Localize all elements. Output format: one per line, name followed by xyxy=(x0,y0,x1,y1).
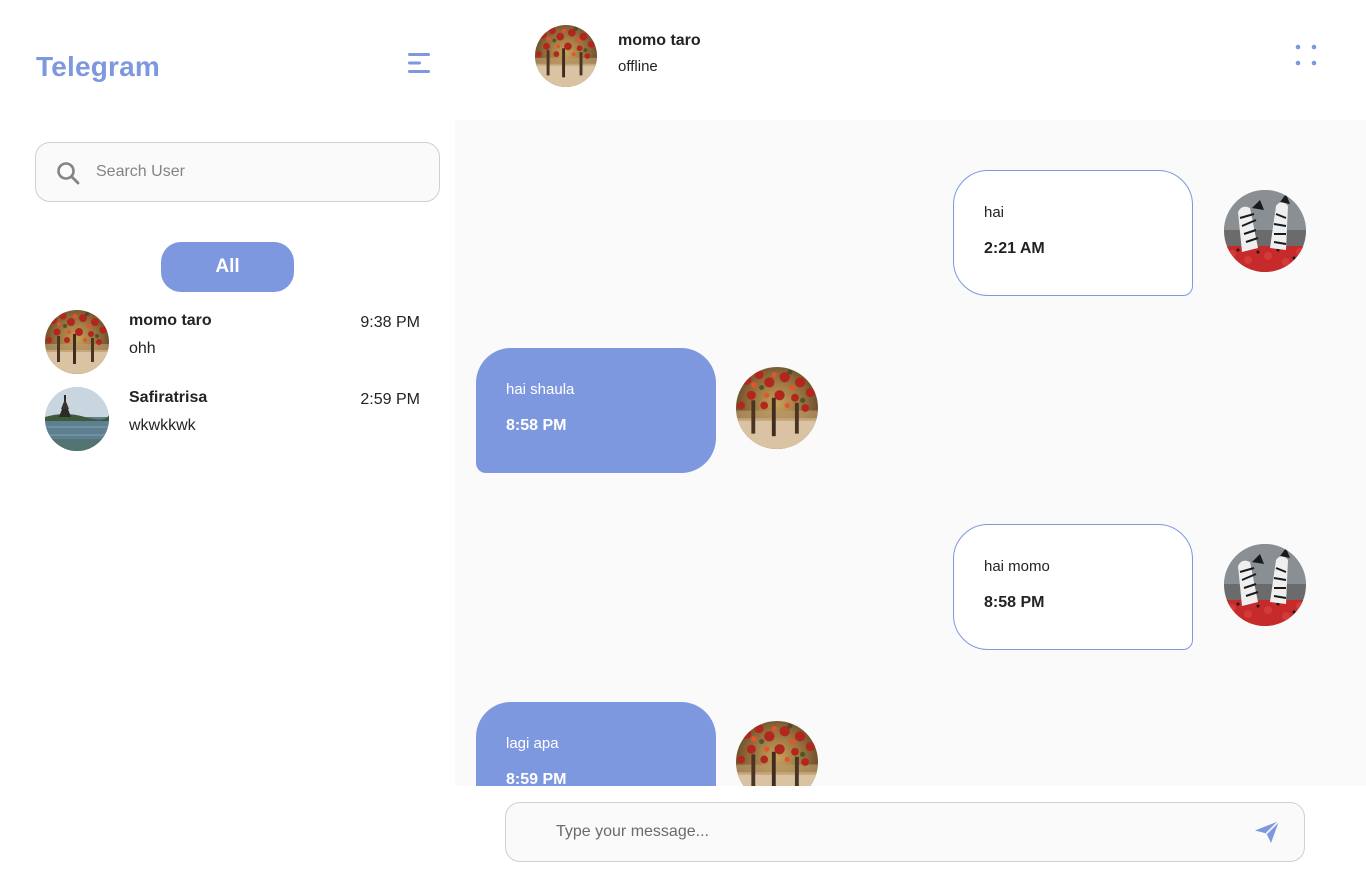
chat-partner-name[interactable]: momo taro xyxy=(618,32,701,50)
message-bubble-outgoing: hai 2:21 AM xyxy=(953,170,1193,296)
message-bubble-incoming: lagi apa 8:59 PM xyxy=(476,702,716,786)
message-time: 8:59 PM xyxy=(506,771,567,786)
search-input[interactable] xyxy=(96,143,426,201)
contact-name: Safiratrisa xyxy=(129,389,208,406)
message-bubble-incoming: hai shaula 8:58 PM xyxy=(476,348,716,473)
chat-partner-avatar[interactable] xyxy=(535,25,597,87)
filter-all-button[interactable]: All xyxy=(161,242,294,292)
contact-last-message: wkwkkwk xyxy=(129,417,196,434)
hamburger-menu-icon[interactable] xyxy=(404,52,432,74)
contact-item-momo-taro[interactable]: momo taro ohh 9:38 PM xyxy=(45,310,425,374)
message-list[interactable]: hai 2:21 AM hai shaula 8:58 PM hai momo … xyxy=(455,120,1366,786)
sender-avatar xyxy=(1224,544,1306,626)
dots-grid-icon[interactable] xyxy=(1295,44,1317,66)
message-input[interactable] xyxy=(556,803,1236,861)
message-composer xyxy=(505,802,1305,862)
message-text: hai momo xyxy=(984,558,1050,575)
message-text: hai shaula xyxy=(506,381,575,398)
search-box xyxy=(35,142,440,202)
sender-avatar xyxy=(736,367,818,449)
message-time: 8:58 PM xyxy=(984,594,1045,611)
send-icon[interactable] xyxy=(1254,820,1280,844)
chat-header: momo taro offline xyxy=(455,0,1366,120)
contact-last-message: ohh xyxy=(129,340,156,357)
chat-partner-status: offline xyxy=(618,58,658,75)
message-time: 8:58 PM xyxy=(506,417,567,434)
avatar xyxy=(45,387,109,451)
message-bubble-outgoing: hai momo 8:58 PM xyxy=(953,524,1193,650)
contact-item-safiratrisa[interactable]: Safiratrisa wkwkkwk 2:59 PM xyxy=(45,387,425,451)
sender-avatar xyxy=(1224,190,1306,272)
search-icon xyxy=(56,161,80,185)
message-text: lagi apa xyxy=(506,735,559,752)
message-time: 2:21 AM xyxy=(984,240,1045,257)
contact-name: momo taro xyxy=(129,312,212,329)
contact-time: 2:59 PM xyxy=(360,391,420,408)
sidebar: Telegram All momo taro ohh 9:38 PM Safir… xyxy=(0,0,455,877)
message-text: hai xyxy=(984,204,1005,221)
app-brand: Telegram xyxy=(36,51,161,82)
contact-time: 9:38 PM xyxy=(360,314,420,331)
sender-avatar xyxy=(736,721,818,786)
avatar xyxy=(45,310,109,374)
